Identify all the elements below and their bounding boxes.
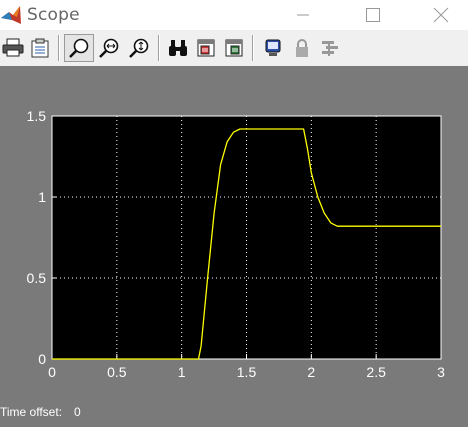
y-tick-label: 1 (38, 189, 46, 205)
lock-axes-button[interactable] (288, 34, 316, 62)
toolbar-separator (58, 35, 60, 61)
zoom-icon (69, 38, 89, 58)
restore-axes-settings-button[interactable] (220, 34, 248, 62)
x-tick-label: 1.5 (237, 364, 257, 380)
print-icon (2, 38, 24, 57)
y-tick-label: 0.5 (27, 270, 47, 286)
matlab-logo-icon (1, 6, 21, 24)
zoom-button[interactable] (64, 34, 94, 62)
floating-scope-icon (265, 39, 281, 56)
x-tick-label: 2 (307, 364, 315, 380)
zoom-x-button[interactable] (94, 34, 124, 62)
x-tick-label: 1 (178, 364, 186, 380)
save-axes-settings-button[interactable] (192, 34, 220, 62)
toolbar (0, 30, 468, 66)
time-offset-readout: Time offset: 0 (0, 405, 81, 421)
close-icon (433, 7, 449, 23)
toolbar-separator (252, 35, 254, 61)
time-offset-label: Time offset: (0, 405, 63, 419)
lock-axes-icon (296, 39, 308, 57)
parameters-button[interactable] (26, 34, 54, 62)
close-button[interactable] (418, 0, 464, 30)
x-tick-label: 0 (48, 364, 56, 380)
x-tick-label: 3 (437, 364, 445, 380)
time-offset-value: 0 (74, 405, 81, 419)
scope-chart[interactable]: 0 0.5 1 1.5 2 2.5 3 0 0.5 1 1.5 (0, 66, 468, 427)
restore-axes-settings-icon (225, 39, 243, 57)
y-tick-label: 0 (38, 351, 46, 367)
signal-selector-button[interactable] (316, 34, 344, 62)
scope-plot-area: 0 0.5 1 1.5 2 2.5 3 0 0.5 1 1.5 (0, 66, 468, 427)
x-tick-label: 0.5 (107, 364, 127, 380)
toolbar-separator (158, 35, 160, 61)
autoscale-button[interactable] (164, 34, 192, 62)
maximize-button[interactable] (350, 0, 396, 30)
minimize-icon (297, 14, 309, 16)
autoscale-binoculars-icon (169, 40, 187, 56)
window-title: Scope (27, 5, 80, 25)
parameters-icon (31, 38, 49, 58)
print-button[interactable] (0, 34, 26, 62)
zoom-y-icon (129, 38, 149, 58)
minimize-button[interactable] (280, 0, 326, 30)
x-tick-label: 2.5 (366, 364, 386, 380)
maximize-icon (366, 8, 380, 22)
y-tick-label: 1.5 (27, 108, 47, 124)
save-axes-settings-icon (197, 39, 215, 57)
title-bar: Scope (0, 0, 468, 30)
signal-selector-icon (322, 41, 338, 56)
floating-scope-button[interactable] (258, 34, 288, 62)
zoom-y-button[interactable] (124, 34, 154, 62)
zoom-x-icon (99, 38, 119, 58)
